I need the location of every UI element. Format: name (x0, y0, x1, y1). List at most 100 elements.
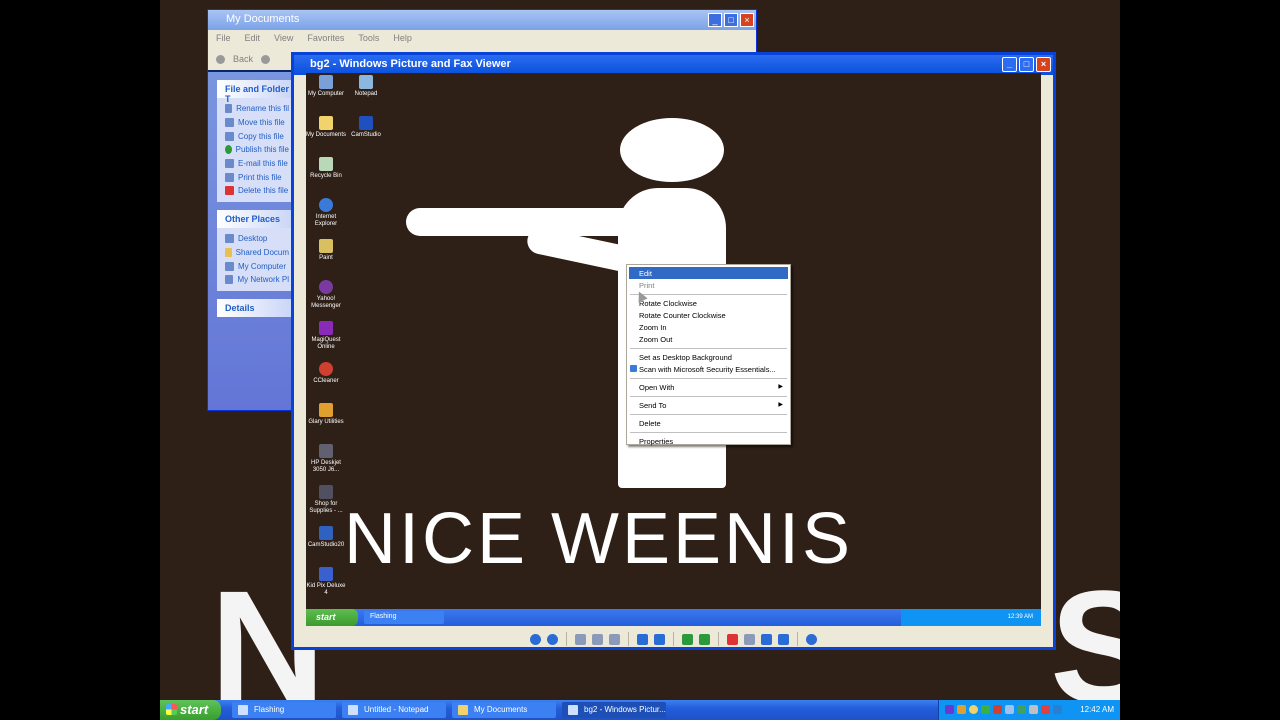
task-copy[interactable]: Copy this file (225, 129, 289, 143)
start-button[interactable]: start (160, 700, 221, 720)
printer-icon (319, 444, 333, 458)
menu-separator (630, 395, 787, 397)
tray-app-icon[interactable] (945, 705, 954, 714)
rotate-clockwise-icon[interactable] (682, 633, 693, 645)
menu-tools[interactable]: Tools (358, 33, 379, 45)
previous-image-icon[interactable] (530, 633, 541, 645)
menu-file[interactable]: File (216, 33, 231, 45)
task-rename[interactable]: Rename this fil (225, 102, 289, 116)
menu-favorites[interactable]: Favorites (307, 33, 344, 45)
clock[interactable]: 12:42 AM (1080, 705, 1114, 714)
menu-item-scan-mse[interactable]: Scan with Microsoft Security Essentials.… (629, 363, 788, 375)
menu-separator (630, 377, 787, 379)
print-icon[interactable] (744, 633, 755, 645)
tray-app-icon[interactable] (957, 705, 966, 714)
place-my-computer[interactable]: My Computer (225, 259, 289, 273)
tray-security-icon[interactable] (981, 705, 990, 714)
zoom-in-icon[interactable] (637, 633, 648, 645)
menu-item-delete[interactable]: Delete (629, 417, 788, 429)
panel-header[interactable]: Other Places (217, 209, 297, 228)
rotate-counterclockwise-icon[interactable] (699, 633, 710, 645)
tray-app-icon[interactable] (1041, 705, 1050, 714)
back-button[interactable]: Back (233, 54, 253, 64)
forward-arrow-icon[interactable] (261, 54, 271, 64)
toolbar-separator (628, 632, 629, 646)
ccleaner-icon (319, 362, 333, 376)
tray-app-icon[interactable] (1017, 705, 1026, 714)
task-delete[interactable]: Delete this file (225, 184, 289, 198)
print-icon (225, 172, 234, 182)
figure-head (620, 118, 724, 182)
taskbar: start Flashing Untitled - Notepad My Doc… (160, 700, 1120, 720)
next-image-icon[interactable] (547, 633, 558, 645)
edit-icon[interactable] (778, 633, 789, 645)
task-email[interactable]: E-mail this file (225, 157, 289, 171)
desktop-icon-my-computer: My Computer (306, 75, 346, 98)
actual-size-icon[interactable] (592, 633, 603, 645)
camstudio20-icon (319, 526, 333, 540)
maximize-button[interactable]: □ (724, 13, 738, 27)
zoom-out-icon[interactable] (654, 633, 665, 645)
my-computer-icon (319, 75, 333, 89)
minimize-button[interactable]: _ (1002, 57, 1017, 72)
notepad-icon (359, 75, 373, 89)
menu-item-zoom-out[interactable]: Zoom Out (629, 333, 788, 345)
kid-pix-icon (319, 567, 333, 581)
desktop-icon-my-documents: My Documents (306, 116, 346, 139)
slideshow-icon[interactable] (609, 633, 620, 645)
panel-header[interactable]: Details (217, 298, 297, 317)
taskbar-button-notepad[interactable]: Untitled - Notepad (342, 702, 446, 718)
menu-edit[interactable]: Edit (245, 33, 261, 45)
tray-volume-icon[interactable] (1029, 705, 1038, 714)
help-icon[interactable] (806, 633, 817, 645)
menu-item-open-with[interactable]: Open With ▶ (629, 381, 788, 393)
task-move[interactable]: Move this file (225, 116, 289, 130)
system-tray: 12:42 AM (938, 700, 1120, 720)
menu-view[interactable]: View (274, 33, 293, 45)
viewer-titlebar[interactable]: bg2 - Windows Picture and Fax Viewer _ □… (294, 55, 1053, 75)
minimize-button[interactable]: _ (708, 13, 722, 27)
close-button[interactable]: × (1036, 57, 1051, 72)
menu-item-zoom-in[interactable]: Zoom In (629, 321, 788, 333)
task-print[interactable]: Print this file (225, 170, 289, 184)
yahoo-messenger-icon (319, 280, 333, 294)
menu-item-edit[interactable]: Edit (629, 267, 788, 279)
close-button[interactable]: × (740, 13, 754, 27)
desktop-icon-hp-deskjet: HP Deskjet 3050 J6... (306, 444, 346, 474)
menu-item-rotate-counter-clockwise[interactable]: Rotate Counter Clockwise (629, 309, 788, 321)
tray-app-icon[interactable] (993, 705, 1002, 714)
delete-icon[interactable] (727, 633, 738, 645)
window-title: My Documents (226, 13, 300, 25)
desktop-icon-kid-pix: Kid Pix Deluxe 4 (306, 567, 346, 597)
panel-header[interactable]: File and Folder T (217, 80, 297, 104)
save-icon[interactable] (761, 633, 772, 645)
menu-item-rotate-clockwise[interactable]: Rotate Clockwise (629, 297, 788, 309)
taskbar-button-my-documents[interactable]: My Documents (452, 702, 556, 718)
desktop-icon-glary-utilities: Glary Utilities (306, 403, 346, 426)
network-icon (225, 275, 234, 285)
image-start-button: start (306, 609, 358, 626)
tray-network-icon[interactable] (1005, 705, 1014, 714)
maximize-button[interactable]: □ (1019, 57, 1034, 72)
taskbar-button-picture-viewer[interactable]: bg2 - Windows Pictur... (562, 702, 666, 718)
place-my-network[interactable]: My Network Pl (225, 273, 289, 287)
best-fit-icon[interactable] (575, 633, 586, 645)
my-documents-titlebar[interactable]: My Documents _ □ × (208, 10, 756, 30)
menu-item-properties[interactable]: Properties (629, 435, 788, 447)
tray-messenger-icon[interactable] (969, 705, 978, 714)
tray-app-icon[interactable] (1053, 705, 1062, 714)
toolbar-separator (797, 632, 798, 646)
menu-help[interactable]: Help (393, 33, 412, 45)
menu-item-send-to[interactable]: Send To ▶ (629, 399, 788, 411)
taskbar-button-flashing[interactable]: Flashing (232, 702, 336, 718)
desktop-background-text-end: S (1050, 557, 1120, 720)
menu-item-print[interactable]: Print (629, 279, 788, 291)
task-publish[interactable]: Publish this file (225, 143, 289, 157)
folder-icon (458, 705, 468, 715)
place-desktop[interactable]: Desktop (225, 232, 289, 246)
menu-item-set-desktop-background[interactable]: Set as Desktop Background (629, 351, 788, 363)
menu-separator (630, 293, 787, 295)
place-shared-documents[interactable]: Shared Docum (225, 246, 289, 260)
menu-bar: File Edit View Favorites Tools Help (208, 30, 756, 48)
my-documents-icon (319, 116, 333, 130)
